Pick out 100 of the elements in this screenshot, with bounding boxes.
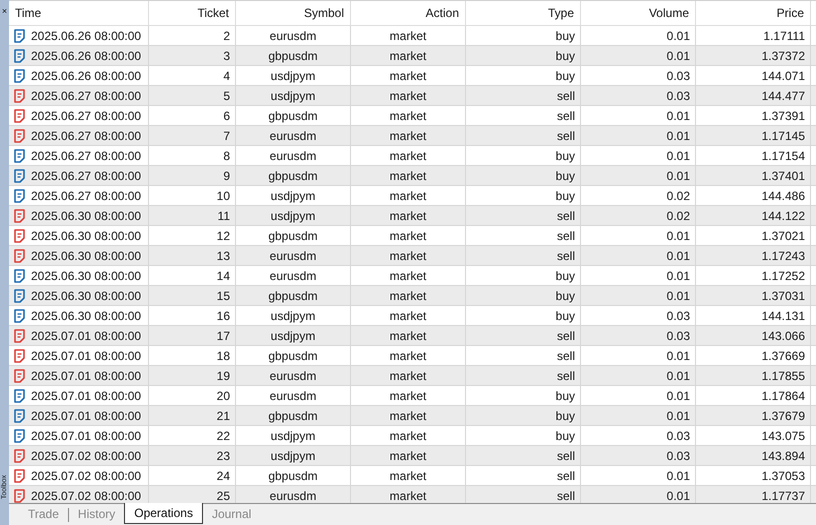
table-cell-text: 2025.06.27 08:00:00 bbox=[31, 88, 142, 104]
table-cell-text: 1.17855 bbox=[762, 368, 805, 384]
tab[interactable]: Operations bbox=[124, 503, 203, 524]
table-cell-text: sell bbox=[556, 488, 575, 503]
table-cell-text: 3 bbox=[223, 48, 230, 64]
table-cell-text: buy bbox=[556, 68, 575, 84]
table-cell-text: 1.37391 bbox=[762, 108, 805, 124]
table-cell-text: 0.01 bbox=[666, 248, 690, 264]
table-cell-text: sell bbox=[556, 228, 575, 244]
table-cell-text: market bbox=[390, 148, 426, 164]
table-cell-text: market bbox=[390, 68, 426, 84]
table-cell-text: market bbox=[390, 308, 426, 324]
table-cell-text: 18 bbox=[216, 348, 230, 364]
table-cell-text: 2 bbox=[223, 28, 230, 44]
table-cell-text: 1.37679 bbox=[762, 408, 805, 424]
table-cell-text: usdjpym bbox=[270, 88, 316, 104]
table-cell-text: 17 bbox=[216, 328, 230, 344]
table-cell-text: buy bbox=[556, 388, 575, 404]
table-cell-text: sell bbox=[556, 348, 575, 364]
table-cell-text: 0.03 bbox=[666, 448, 690, 464]
table-cell-text: sell bbox=[556, 88, 575, 104]
close-button[interactable]: × bbox=[2, 6, 8, 16]
column-header[interactable]: Time bbox=[9, 1, 149, 25]
column-header[interactable]: Action bbox=[351, 1, 466, 25]
table-cell-text: buy bbox=[556, 428, 575, 444]
table-cell-text: eurusdm bbox=[270, 248, 316, 264]
table-cell-text: 12 bbox=[216, 228, 230, 244]
table-cell-text: 1.17252 bbox=[762, 268, 805, 284]
table-cell-text: sell bbox=[556, 328, 575, 344]
table-cell-text: 1.37401 bbox=[762, 168, 805, 184]
table-cell-text: usdjpym bbox=[270, 308, 316, 324]
table-cell-text: market bbox=[390, 428, 426, 444]
table-cell-text: 0.03 bbox=[666, 328, 690, 344]
table-cell-text: gbpusdm bbox=[268, 348, 318, 364]
table-cell-text: 22 bbox=[216, 428, 230, 444]
table-cell-text: 0.01 bbox=[666, 148, 690, 164]
table-cell-text: 0.01 bbox=[666, 228, 690, 244]
table-cell-text: eurusdm bbox=[270, 488, 316, 503]
table-cell-text: gbpusdm bbox=[268, 48, 318, 64]
table-cell-text: usdjpym bbox=[270, 328, 316, 344]
table-cell-text: sell bbox=[556, 468, 575, 484]
table-cell-text: market bbox=[390, 468, 426, 484]
table-cell-text: market bbox=[390, 368, 426, 384]
table-cell-text: 0.03 bbox=[666, 428, 690, 444]
table-cell-text: market bbox=[390, 188, 426, 204]
table-cell-text: sell bbox=[556, 368, 575, 384]
column-header[interactable]: Type bbox=[466, 1, 581, 25]
table-cell-text: 2025.06.27 08:00:00 bbox=[31, 148, 142, 164]
column-header[interactable]: Volume bbox=[581, 1, 696, 25]
table-cell-text: 9 bbox=[223, 168, 230, 184]
table-cell-text: market bbox=[390, 228, 426, 244]
table-cell-text: 0.03 bbox=[666, 308, 690, 324]
table-cell-text: 1.17737 bbox=[762, 488, 805, 503]
table-cell-text: market bbox=[390, 288, 426, 304]
table-cell-text: 7 bbox=[223, 128, 230, 144]
table-cell-text: sell bbox=[556, 108, 575, 124]
table-cell-text: 13 bbox=[216, 248, 230, 264]
table-cell-text: 20 bbox=[216, 388, 230, 404]
table-cell-text: 0.01 bbox=[666, 288, 690, 304]
table-cell-text: eurusdm bbox=[270, 388, 316, 404]
table-cell-text: 15 bbox=[216, 288, 230, 304]
table-cell-text: 0.01 bbox=[666, 168, 690, 184]
table-cell-text: usdjpym bbox=[270, 188, 316, 204]
table-cell-text: 0.01 bbox=[666, 468, 690, 484]
table-cell-text: market bbox=[390, 348, 426, 364]
table-cell-text: 144.071 bbox=[762, 68, 805, 84]
table-cell-text: 144.131 bbox=[762, 308, 805, 324]
table-cell-text: 2025.07.02 08:00:00 bbox=[31, 448, 142, 464]
table-cell-text: 2025.06.26 08:00:00 bbox=[31, 28, 142, 44]
table-cell-text: 1.17243 bbox=[762, 248, 805, 264]
table-cell-text: 6 bbox=[223, 108, 230, 124]
table-cell-text: 0.02 bbox=[666, 208, 690, 224]
table-cell-text: 2025.07.01 08:00:00 bbox=[31, 428, 142, 444]
table-cell-text: 0.01 bbox=[666, 368, 690, 384]
table-cell-text: market bbox=[390, 28, 426, 44]
column-header[interactable]: Symbol bbox=[236, 1, 351, 25]
table-cell-text: 2025.06.26 08:00:00 bbox=[31, 68, 142, 84]
column-header[interactable]: Ticket bbox=[149, 1, 236, 25]
table-cell-text: gbpusdm bbox=[268, 108, 318, 124]
table-cell-text: gbpusdm bbox=[268, 168, 318, 184]
table-cell-text: eurusdm bbox=[270, 268, 316, 284]
table-cell-text: 2025.07.01 08:00:00 bbox=[31, 408, 142, 424]
table-cell-text: buy bbox=[556, 48, 575, 64]
table-cell-text: 0.01 bbox=[666, 348, 690, 364]
table-cell-text: 24 bbox=[216, 468, 230, 484]
table-cell-text: 2025.06.26 08:00:00 bbox=[31, 48, 142, 64]
table-cell-text: 2025.07.01 08:00:00 bbox=[31, 348, 142, 364]
table-cell-text: 144.122 bbox=[762, 208, 805, 224]
table-cell-text: buy bbox=[556, 288, 575, 304]
column-header[interactable]: Price bbox=[696, 1, 811, 25]
table-cell-text: 0.01 bbox=[666, 268, 690, 284]
table-cell-text: sell bbox=[556, 248, 575, 264]
table-cell-text: 14 bbox=[216, 268, 230, 284]
table-cell-text: sell bbox=[556, 128, 575, 144]
table-cell-text: 16 bbox=[216, 308, 230, 324]
table-cell-text: buy bbox=[556, 168, 575, 184]
table-cell-text: market bbox=[390, 108, 426, 124]
table-cell-text: usdjpym bbox=[270, 448, 316, 464]
table-cell-text: gbpusdm bbox=[268, 468, 318, 484]
table-cell-text: 21 bbox=[216, 408, 230, 424]
